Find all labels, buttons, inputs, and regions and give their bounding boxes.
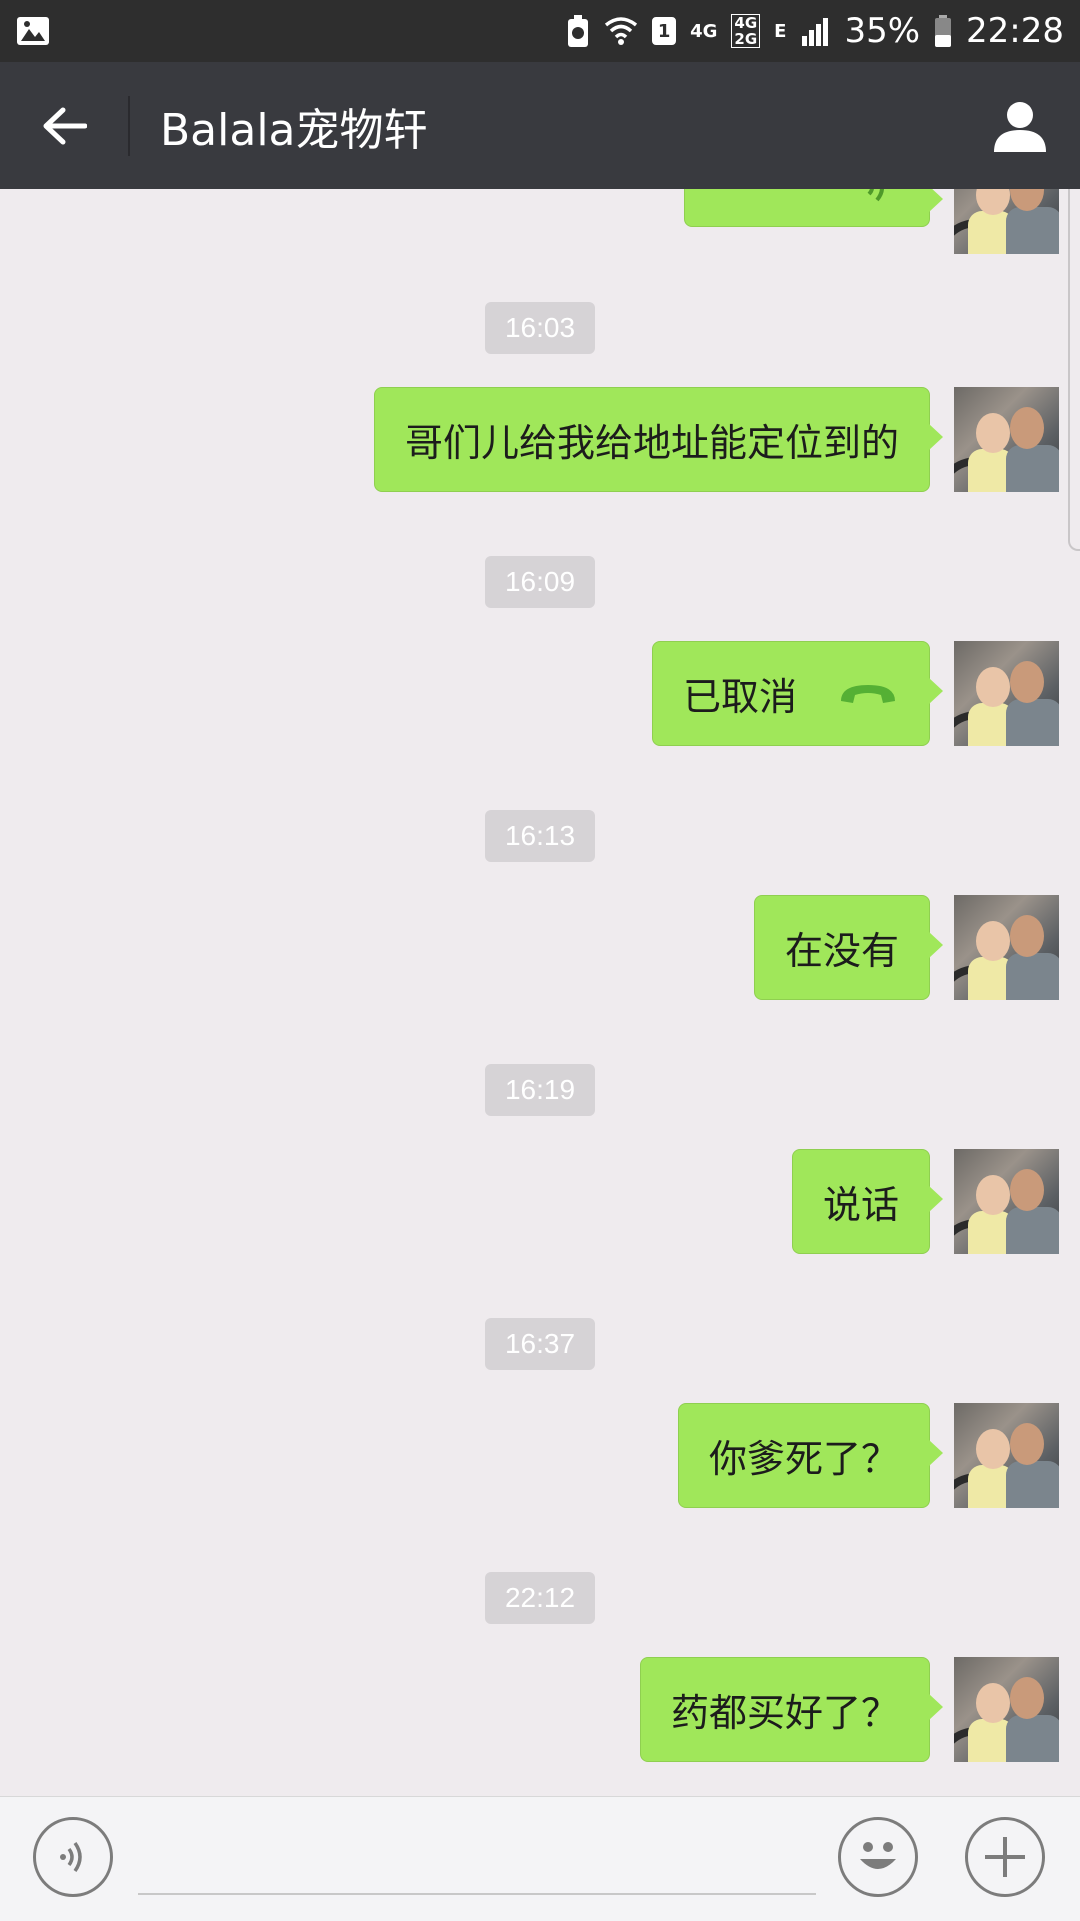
message-bubble[interactable]: 药都买好了？ [639,1657,944,1762]
message-input[interactable] [138,1827,816,1895]
battery-icon [935,15,952,47]
message-bubble[interactable]: 你爹死了？ [677,1403,944,1508]
message-bubble[interactable]: 在没有 [753,895,944,1000]
avatar[interactable] [954,1403,1059,1508]
timestamp: 16:09 [485,556,595,608]
smiley-icon [860,1842,896,1869]
battery-percent: 35% [844,11,921,51]
plus-icon [985,1837,1025,1877]
timestamp: 16:19 [485,1064,595,1116]
message-bubble[interactable]: 说话 [791,1149,944,1254]
back-button[interactable] [0,62,128,189]
message-text: 你爹死了？ [708,1437,899,1481]
wifi-icon [604,17,638,45]
gallery-notification-icon [17,17,49,45]
header-divider [128,95,130,156]
chat-header: Balala宠物轩 [0,62,1080,189]
clock: 22:28 [966,11,1064,51]
network-type-4g: 4G [690,20,718,42]
message-bubble-partial[interactable] [684,189,943,227]
avatar[interactable] [954,641,1059,746]
phone-hangup-icon [837,679,899,709]
person-icon [994,101,1046,152]
avatar[interactable] [954,387,1059,492]
voice-wave-icon [867,189,884,202]
timestamp: 16:37 [485,1318,595,1370]
message-text: 哥们儿给我给地址能定位到的 [404,421,899,465]
chat-title: Balala宠物轩 [160,104,428,156]
call-message-bubble[interactable]: 已取消 [651,641,944,746]
message-list[interactable]: 16:03 哥们儿给我给地址能定位到的 16:09 已取消 16:13 在没有 … [0,189,1080,1796]
network-top-label: 4G [734,14,758,32]
emoji-button[interactable] [838,1817,918,1897]
signal-icon [802,18,829,46]
status-bar: 1 4G 4G 2G E 35% 22:28 [0,0,1080,62]
scroll-indicator [1068,189,1080,551]
timestamp: 22:12 [485,1572,595,1624]
more-options-button[interactable] [965,1817,1045,1897]
arrow-left-icon [43,107,87,144]
message-text: 药都买好了？ [670,1691,899,1735]
network-bottom-label: 2G [734,30,758,48]
message-text: 说话 [822,1183,899,1227]
avatar[interactable] [954,1657,1059,1762]
timestamp: 16:03 [485,302,595,354]
avatar[interactable] [954,895,1059,1000]
message-text: 已取消 [682,675,797,719]
sim-indicator: 1 [652,17,677,45]
message-bubble[interactable]: 哥们儿给我给地址能定位到的 [373,387,944,492]
dual-network-indicator: 4G 2G [731,14,761,48]
timestamp: 16:13 [485,810,595,862]
voice-icon [60,1841,82,1873]
network-type-e: E [774,20,787,42]
avatar[interactable] [954,189,1059,254]
input-bar [0,1796,1080,1921]
voice-input-button[interactable] [33,1817,113,1897]
message-text: 在没有 [784,929,899,973]
battery-saver-icon [568,15,589,47]
avatar[interactable] [954,1149,1059,1254]
contact-info-button[interactable] [960,62,1080,189]
